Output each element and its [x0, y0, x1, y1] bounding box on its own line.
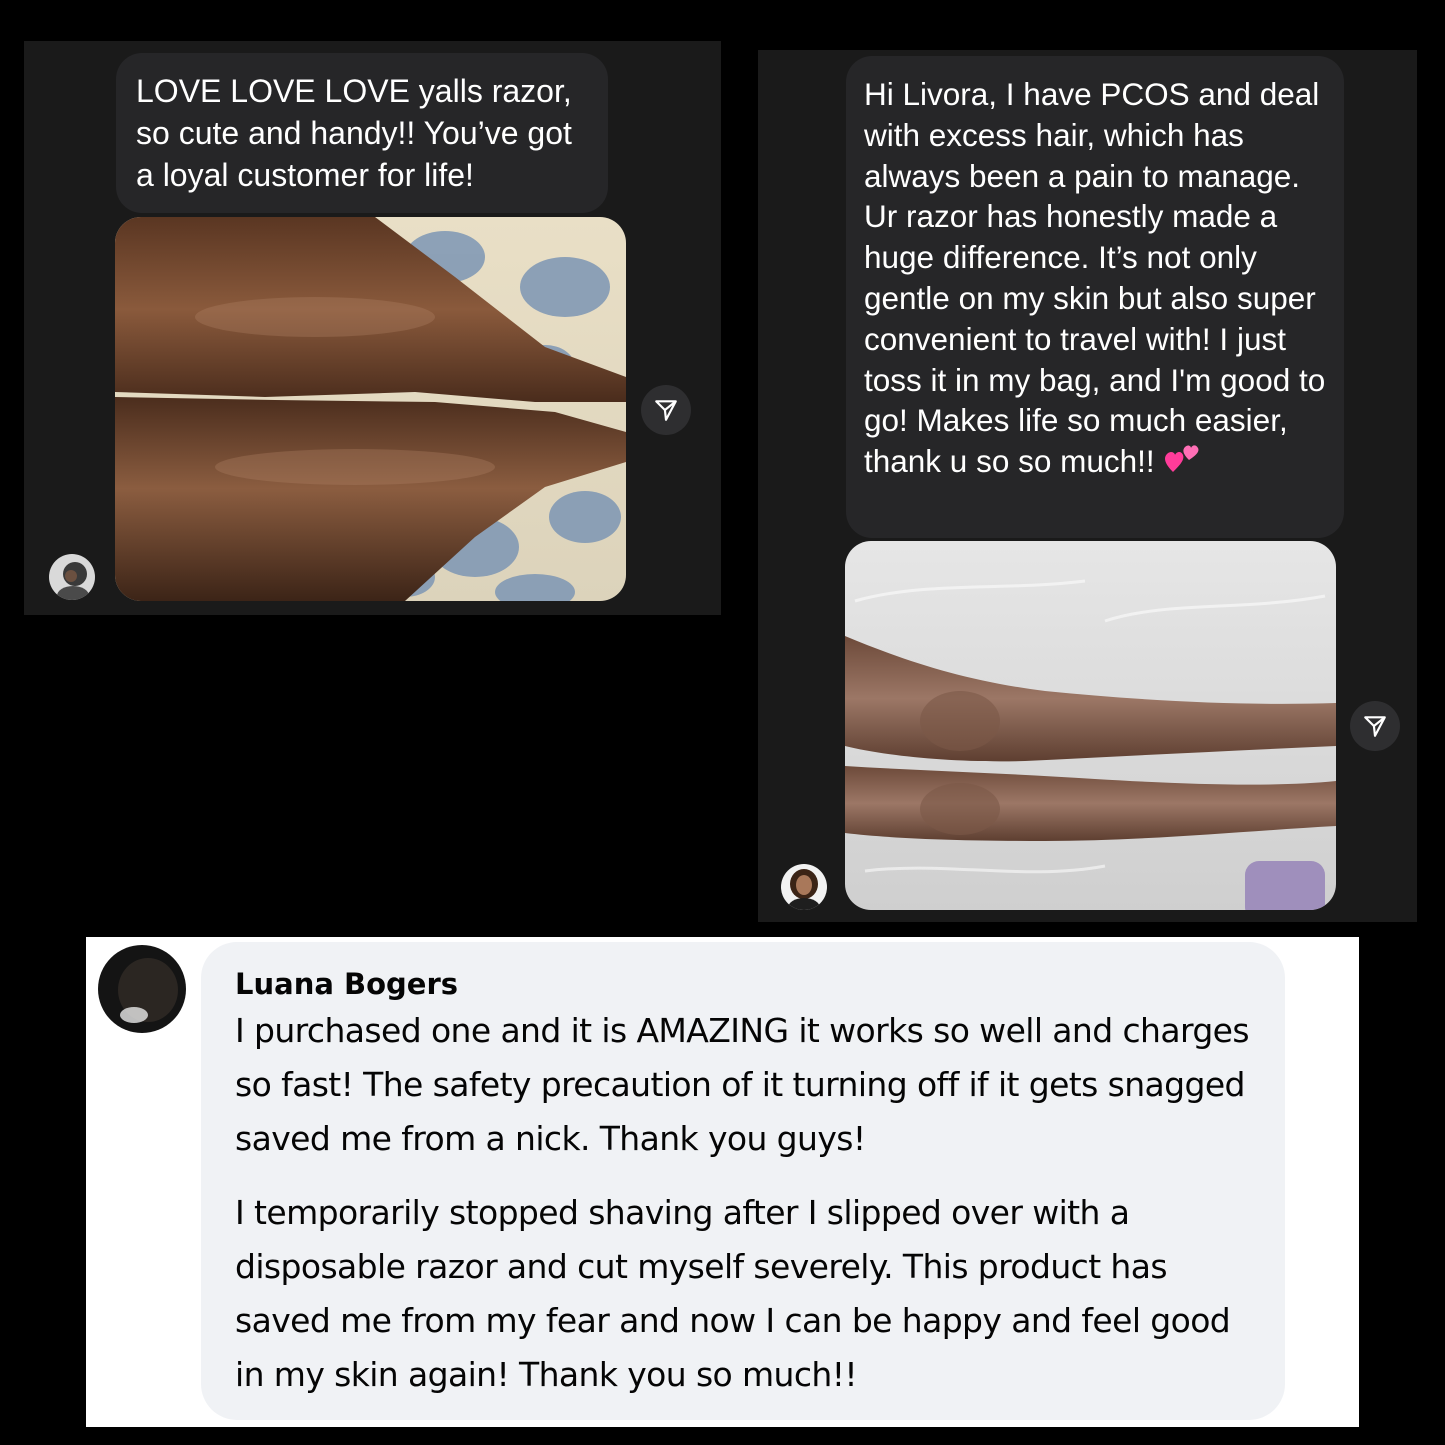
share-button[interactable]: [641, 385, 691, 435]
share-arrow-icon: [1364, 716, 1386, 737]
message-photo[interactable]: [115, 217, 626, 601]
sender-avatar[interactable]: [781, 864, 827, 910]
legs-on-rug-image: [115, 217, 626, 601]
dm-panel-2: Hi Livora, I have PCOS and deal with exc…: [758, 50, 1417, 922]
message-text: LOVE LOVE LOVE yalls razor, so cute and …: [136, 73, 572, 193]
sender-avatar[interactable]: [49, 554, 95, 600]
comment-text: I purchased one and it is AMAZING it wor…: [235, 1011, 1250, 1158]
commenter-avatar[interactable]: [98, 945, 186, 1033]
avatar-photo: [49, 554, 95, 600]
comment-text: I temporarily stopped shaving after I sl…: [235, 1193, 1231, 1394]
legs-in-bath-image: [845, 541, 1336, 910]
comment-bubble: Luana Bogers I purchased one and it is A…: [201, 942, 1285, 1420]
share-button[interactable]: [1350, 701, 1400, 751]
avatar-photo: [781, 864, 827, 910]
avatar-photo: [98, 945, 186, 1033]
two-hearts-emoji-icon: [1163, 441, 1201, 482]
share-arrow-icon: [655, 400, 677, 421]
message-bubble: Hi Livora, I have PCOS and deal with exc…: [846, 56, 1344, 538]
dm-panel-1: LOVE LOVE LOVE yalls razor, so cute and …: [24, 41, 721, 615]
commenter-name[interactable]: Luana Bogers: [235, 964, 1265, 1004]
message-bubble: LOVE LOVE LOVE yalls razor, so cute and …: [116, 53, 608, 213]
message-text: Hi Livora, I have PCOS and deal with exc…: [864, 76, 1326, 480]
message-photo[interactable]: [845, 541, 1336, 910]
facebook-comment-panel: Luana Bogers I purchased one and it is A…: [86, 937, 1359, 1427]
